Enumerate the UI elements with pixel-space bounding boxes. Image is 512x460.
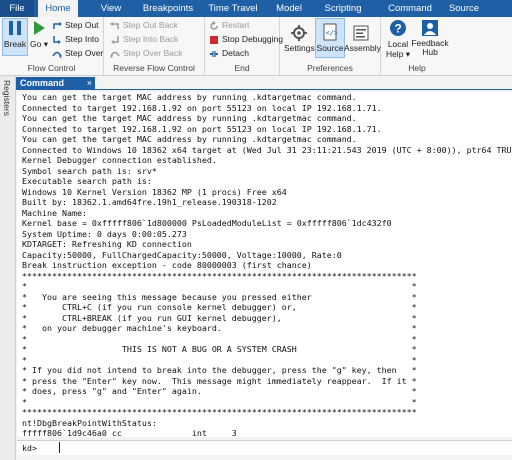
break-button[interactable]: Break <box>2 18 28 56</box>
settings-label: Settings <box>284 43 315 53</box>
prompt-label: kd> <box>22 443 37 453</box>
restart-button[interactable]: Restart <box>209 19 249 31</box>
registers-tab[interactable]: Registers <box>2 80 12 116</box>
tab-breakpoints[interactable]: Breakpoints <box>138 0 198 17</box>
local-help-label: Local Help ▾ <box>385 39 411 59</box>
step-over-button[interactable]: Step Over <box>52 47 103 59</box>
step-into-icon <box>53 35 61 44</box>
group-help: ? Local Help ▾ Feedback Hub Help <box>381 17 453 75</box>
stop-debugging-button[interactable]: Stop Debugging <box>209 33 283 45</box>
group-end: Restart Stop Debugging Detach End <box>205 17 283 75</box>
svg-text:?: ? <box>395 22 402 36</box>
preferences-label: Preferences <box>307 63 353 73</box>
reverse-flow-label: Reverse Flow Control <box>113 63 195 73</box>
detach-icon <box>210 50 218 57</box>
tab-file[interactable]: File <box>0 0 34 17</box>
step-out-button[interactable]: Step Out <box>52 19 99 31</box>
feedback-hub-button[interactable]: Feedback Hub <box>411 19 449 57</box>
go-label: Go ▾ <box>30 39 48 49</box>
ribbon: Break Go ▾ Step Out Step Into Step Over … <box>0 17 512 76</box>
command-output-text: You can get the target MAC address by ru… <box>22 92 512 437</box>
gear-icon <box>291 25 307 41</box>
step-out-back-icon <box>110 21 119 29</box>
step-out-icon <box>53 21 62 29</box>
group-reverse-flow-control: Step Out Back Step Into Back Step Over B… <box>104 17 205 75</box>
step-into-button[interactable]: Step Into <box>52 33 99 45</box>
ribbon-tab-bar: File Home View Breakpoints Time Travel M… <box>0 0 512 17</box>
step-over-back-icon <box>110 51 120 58</box>
source-button[interactable]: </> Source <box>315 18 345 58</box>
feedback-hub-label: Feedback Hub <box>411 38 449 57</box>
help-label: Help <box>408 63 426 73</box>
play-icon <box>34 21 45 35</box>
assembly-button[interactable]: Assembly <box>344 25 381 53</box>
help-icon: ? <box>390 20 406 36</box>
go-button[interactable]: Go ▾ <box>28 19 50 50</box>
assembly-icon <box>353 25 369 41</box>
command-output[interactable]: You can get the target MAC address by ru… <box>17 92 512 437</box>
tab-model[interactable]: Model <box>271 0 307 17</box>
command-window-tab[interactable]: Command × <box>16 77 95 89</box>
local-help-button[interactable]: ? Local Help ▾ <box>383 19 413 60</box>
step-into-back-icon <box>111 35 119 44</box>
detach-button[interactable]: Detach <box>209 47 249 59</box>
tab-view[interactable]: View <box>92 0 130 17</box>
tab-command[interactable]: Command <box>380 0 440 17</box>
step-over-back-button[interactable]: Step Over Back <box>110 47 183 59</box>
group-flow-control: Break Go ▾ Step Out Step Into Step Over … <box>0 17 104 75</box>
step-into-back-button[interactable]: Step Into Back <box>110 33 178 45</box>
settings-button[interactable]: Settings <box>284 25 315 53</box>
source-code-icon: </> <box>323 23 338 41</box>
tab-time-travel[interactable]: Time Travel <box>203 0 263 17</box>
command-window-title: Command <box>20 78 65 88</box>
stop-icon <box>210 35 218 44</box>
source-label: Source <box>316 43 344 53</box>
flow-control-label: Flow Control <box>27 63 76 73</box>
pause-icon <box>9 21 21 35</box>
command-tab-underline <box>16 89 512 90</box>
break-label: Break <box>3 39 27 49</box>
group-preferences: Settings </> Source Assembly Preferences <box>280 17 381 75</box>
end-label: End <box>234 63 250 73</box>
left-side-panel: Registers <box>0 76 16 460</box>
command-input[interactable] <box>59 442 504 453</box>
command-prompt-bar: kd> <box>17 440 512 455</box>
tab-home[interactable]: Home <box>38 0 78 17</box>
tab-source[interactable]: Source <box>444 0 484 17</box>
tab-scripting[interactable]: Scripting <box>318 0 368 17</box>
svg-text:</>: </> <box>326 29 338 37</box>
step-out-back-button[interactable]: Step Out Back <box>110 19 178 31</box>
assembly-label: Assembly <box>344 43 381 53</box>
close-icon[interactable]: × <box>87 77 92 89</box>
restart-icon <box>210 20 218 30</box>
step-over-icon <box>52 51 62 58</box>
feedback-icon <box>422 20 438 36</box>
